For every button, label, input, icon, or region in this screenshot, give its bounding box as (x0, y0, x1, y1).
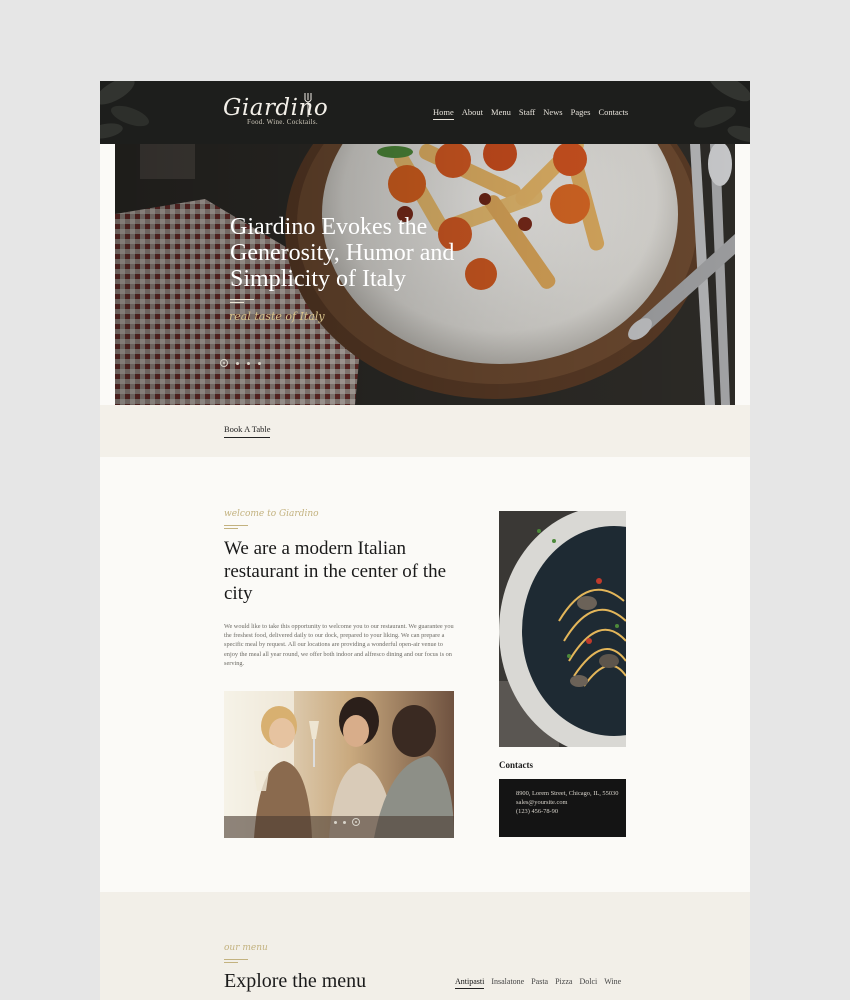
slider-dot[interactable] (236, 361, 239, 365)
fork-icon (304, 93, 312, 117)
tab-wine[interactable]: Wine (604, 977, 621, 989)
tab-pizza[interactable]: Pizza (555, 977, 572, 989)
logo[interactable]: Giardino Food. Wine. Cocktails. (223, 93, 328, 126)
book-table-strip: Book A Table (100, 405, 750, 457)
tab-dolci[interactable]: Dolci (579, 977, 597, 989)
welcome-heading: We are a modern Italian restaurant in th… (224, 538, 447, 604)
nav-item-menu[interactable]: Menu (491, 107, 511, 120)
menu-divider (224, 959, 248, 960)
slider-dot[interactable] (258, 361, 261, 365)
menu-title: Explore the menu (224, 970, 367, 992)
nav-item-pages[interactable]: Pages (571, 107, 591, 120)
hero-slider: Giardino Evokes the Generosity, Humor an… (115, 144, 735, 405)
logo-tagline: Food. Wine. Cocktails. (247, 118, 318, 126)
menu-tabs: Antipasti Insalatone Pasta Pizza Dolci W… (455, 977, 621, 989)
slider-dot[interactable] (247, 361, 250, 365)
welcome-divider (224, 525, 248, 526)
contacts-card: 8900, Lorem Street, Chicago, IL, 55030 s… (499, 779, 626, 837)
tab-pasta[interactable]: Pasta (531, 977, 548, 989)
slider-dots (220, 359, 261, 367)
spaghetti-photo (499, 511, 626, 747)
gallery-dot[interactable] (343, 820, 346, 824)
contact-address: 8900, Lorem Street, Chicago, IL, 55030 (516, 790, 619, 797)
nav-item-home[interactable]: Home (433, 107, 454, 120)
nav-item-news[interactable]: News (543, 107, 562, 120)
book-table-link[interactable]: Book A Table (224, 424, 271, 438)
hero-divider (230, 299, 254, 300)
nav-item-contacts[interactable]: Contacts (598, 107, 628, 120)
slider-dot[interactable] (220, 359, 228, 367)
main-nav: Home About Menu Staff News Pages Contact… (433, 107, 628, 120)
friends-dining-image (224, 691, 454, 838)
spaghetti-clams-image (499, 511, 626, 747)
contact-email[interactable]: sales@yoursite.com (516, 798, 626, 807)
menu-label: our menu (224, 943, 268, 953)
gallery-dots (334, 818, 360, 826)
gallery-dot[interactable] (334, 820, 337, 824)
welcome-body: We would like to take this opportunity t… (224, 623, 454, 667)
friends-photo (224, 691, 454, 838)
hero-divider-short (230, 302, 244, 303)
contacts-heading: Contacts (499, 760, 533, 770)
contact-phone[interactable]: (123) 456-78-90 (516, 807, 626, 816)
site-header: Giardino Food. Wine. Cocktails. Home Abo… (100, 81, 750, 144)
nav-item-about[interactable]: About (462, 107, 483, 120)
welcome-label: welcome to Giardino (224, 509, 319, 519)
page: Giardino Food. Wine. Cocktails. Home Abo… (100, 81, 750, 1000)
tab-antipasti[interactable]: Antipasti (455, 977, 485, 989)
tab-insalatone[interactable]: Insalatone (491, 977, 524, 989)
menu-divider-short (224, 962, 238, 963)
menu-section (100, 892, 750, 1000)
hero-subtitle: real taste of Italy (229, 310, 325, 323)
nav-item-staff[interactable]: Staff (519, 107, 535, 120)
leaf-decoration-icon (100, 81, 149, 139)
gallery-dot[interactable] (352, 818, 360, 826)
hero-title: Giardino Evokes the Generosity, Humor an… (230, 214, 455, 292)
welcome-divider-short (224, 528, 238, 529)
